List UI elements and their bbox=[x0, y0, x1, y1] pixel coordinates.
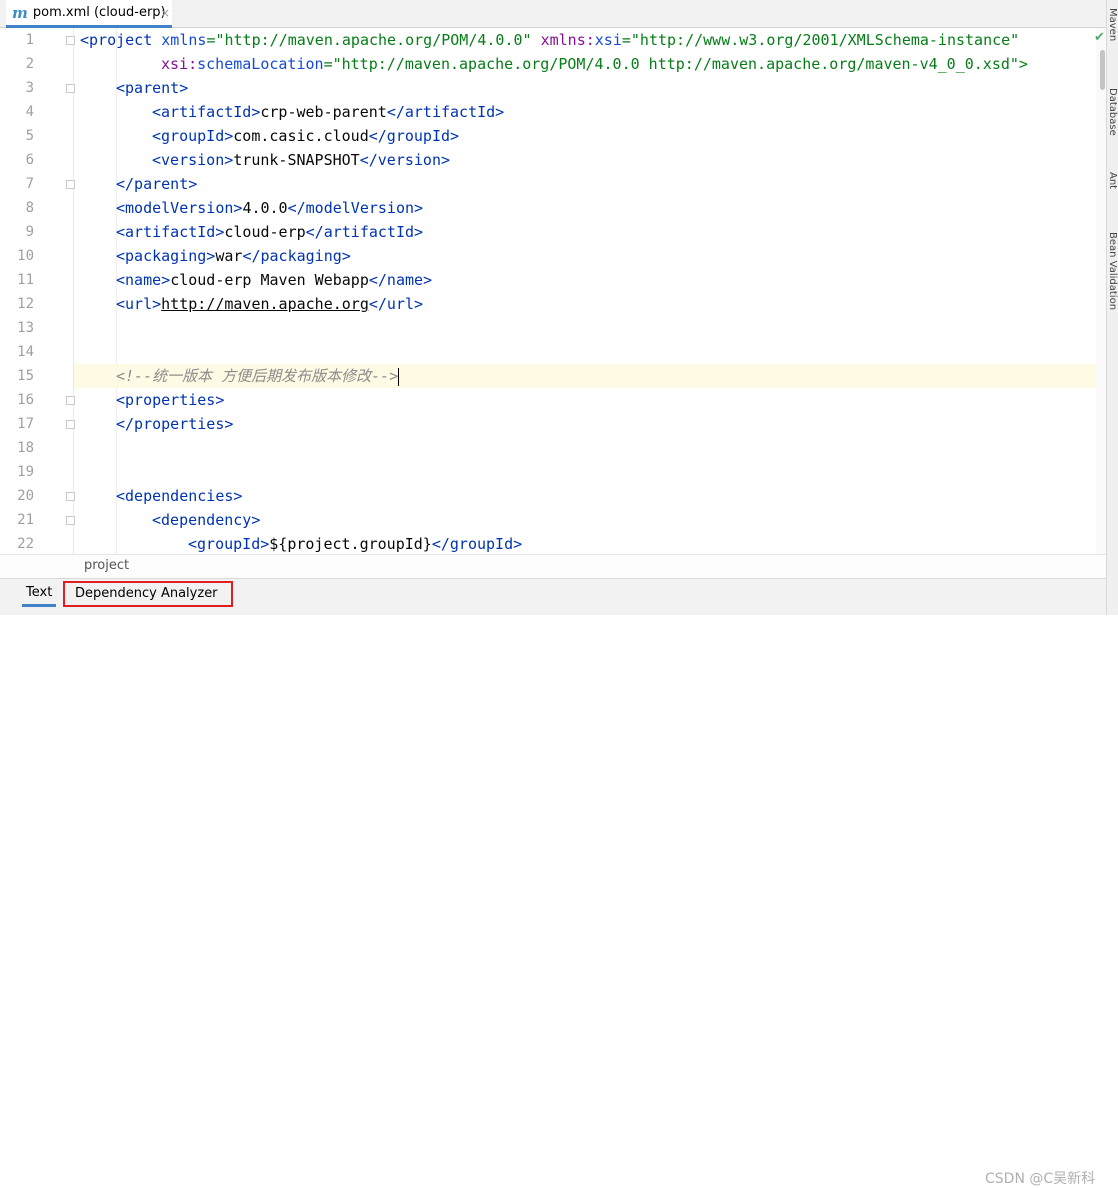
line-number: 2 bbox=[25, 56, 34, 72]
code-line: <dependencies> bbox=[116, 487, 243, 505]
line-number: 3 bbox=[25, 80, 34, 96]
breadcrumb: project bbox=[0, 554, 1106, 578]
line-number: 5 bbox=[25, 128, 34, 144]
line-number-gutter: 1 2 3 4 5 6 7 8 9 10 11 12 13 14 15 16 1… bbox=[0, 28, 75, 554]
line-number: 8 bbox=[25, 200, 34, 216]
line-number: 16 bbox=[17, 392, 34, 408]
code-editor[interactable]: <project xmlns="http://maven.apache.org/… bbox=[74, 28, 1096, 554]
line-number: 17 bbox=[17, 416, 34, 432]
code-line: <modelVersion>4.0.0</modelVersion> bbox=[116, 199, 424, 217]
code-line: xsi:schemaLocation="http://maven.apache.… bbox=[161, 55, 1028, 73]
line-number: 15 bbox=[17, 368, 34, 384]
code-line: <version>trunk-SNAPSHOT</version> bbox=[152, 151, 451, 169]
tab-dependency-analyzer[interactable]: Dependency Analyzer bbox=[63, 581, 233, 607]
line-number: 12 bbox=[17, 296, 34, 312]
tab-text[interactable]: Text bbox=[22, 585, 57, 607]
code-line: </properties> bbox=[116, 415, 234, 433]
code-line: <packaging>war</packaging> bbox=[116, 247, 351, 265]
maven-panel-tab[interactable]: Maven bbox=[1107, 8, 1118, 41]
code-line: <parent> bbox=[116, 79, 189, 97]
code-line: <dependency> bbox=[152, 511, 261, 529]
line-number: 21 bbox=[17, 512, 34, 528]
code-line: <properties> bbox=[116, 391, 225, 409]
code-line: <name>cloud-erp Maven Webapp</name> bbox=[116, 271, 433, 289]
line-number: 18 bbox=[17, 440, 34, 456]
line-number: 4 bbox=[25, 104, 34, 120]
code-line: <artifactId>crp-web-parent</artifactId> bbox=[152, 103, 505, 121]
line-number: 6 bbox=[25, 152, 34, 168]
text-caret bbox=[398, 367, 400, 386]
editor-tab-bar: m pom.xml (cloud-erp) × bbox=[0, 0, 1106, 28]
breadcrumb-item-project[interactable]: project bbox=[84, 558, 129, 573]
code-line: </parent> bbox=[116, 175, 198, 193]
line-number: 10 bbox=[17, 248, 34, 264]
line-number: 22 bbox=[17, 536, 34, 552]
code-line: <project xmlns="http://maven.apache.org/… bbox=[80, 31, 1020, 49]
line-number: 20 bbox=[17, 488, 34, 504]
ant-panel-tab[interactable]: Ant bbox=[1107, 172, 1118, 189]
line-number: 1 bbox=[25, 32, 34, 48]
scrollbar-thumb[interactable] bbox=[1100, 50, 1105, 90]
code-line: <artifactId>cloud-erp</artifactId> bbox=[116, 223, 424, 241]
line-number: 14 bbox=[17, 344, 34, 360]
watermark: CSDN @C吴新科 bbox=[985, 1171, 1096, 1187]
bottom-editor-tabs: Text Dependency Analyzer CSDN @C吴新科 bbox=[0, 578, 1106, 1187]
inspection-ok-check-icon[interactable]: ✔ bbox=[1094, 30, 1105, 45]
line-number: 19 bbox=[17, 464, 34, 480]
tab-pom-xml[interactable]: m pom.xml (cloud-erp) × bbox=[6, 0, 172, 28]
url-link[interactable]: http://maven.apache.org bbox=[161, 295, 369, 313]
code-line: <groupId>com.casic.cloud</groupId> bbox=[152, 127, 460, 145]
line-number: 11 bbox=[17, 272, 34, 288]
line-number: 7 bbox=[25, 176, 34, 192]
code-line: <groupId>${project.groupId}</groupId> bbox=[188, 535, 523, 553]
line-number: 13 bbox=[17, 320, 34, 336]
code-line-current: <!--统一版本 方便后期发布版本修改--> bbox=[74, 364, 1096, 388]
tab-title: pom.xml (cloud-erp) bbox=[32, 5, 166, 20]
database-panel-tab[interactable]: Database bbox=[1107, 88, 1118, 136]
vertical-scrollbar[interactable] bbox=[1096, 28, 1106, 554]
maven-m-icon: m bbox=[12, 3, 28, 22]
bean-validation-panel-tab[interactable]: Bean Validation bbox=[1107, 232, 1118, 310]
code-line: <url>http://maven.apache.org</url> bbox=[116, 295, 424, 313]
close-icon[interactable]: × bbox=[160, 6, 170, 20]
line-number: 9 bbox=[25, 224, 34, 240]
